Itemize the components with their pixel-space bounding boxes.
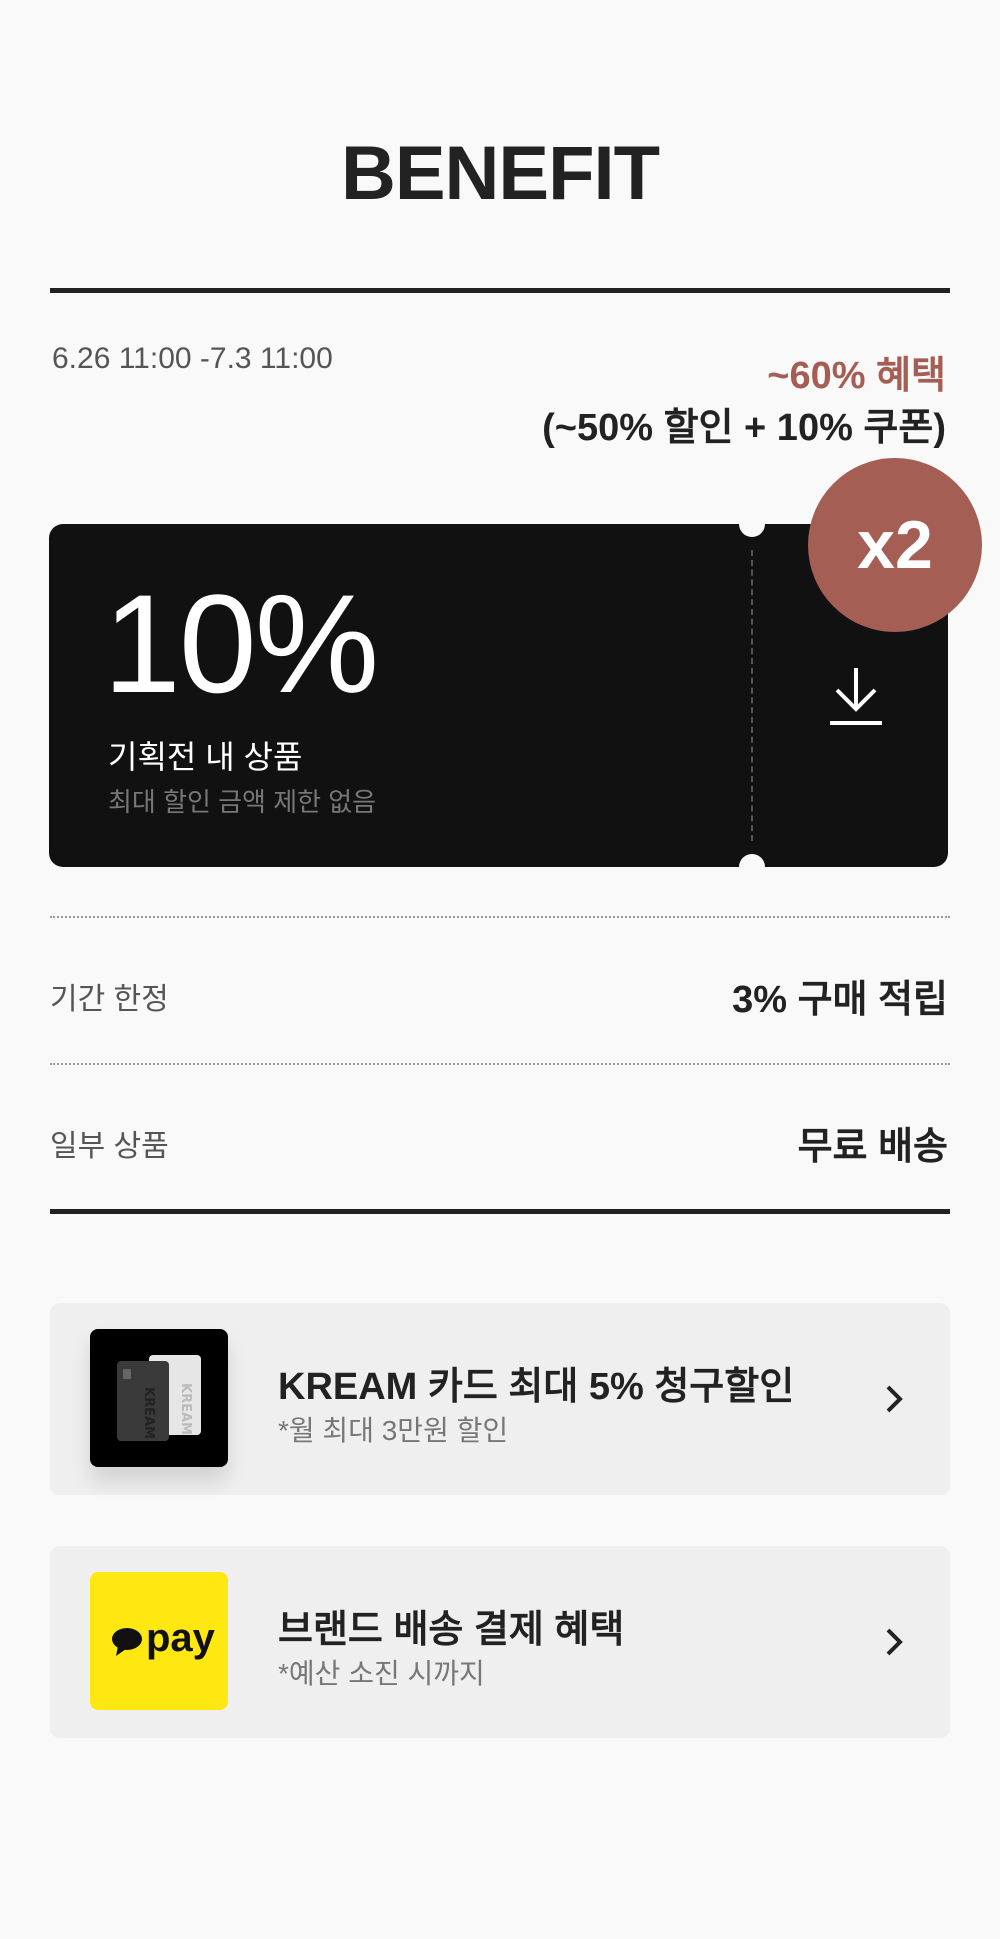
svg-text:KREAM: KREAM (178, 1383, 193, 1435)
promo-title: KREAM 카드 최대 5% 청구할인 (278, 1366, 795, 1408)
coupon-label: 기획전 내 상품 (108, 739, 303, 775)
promo-subtitle: *월 최대 3만원 할인 (278, 1415, 509, 1446)
download-icon[interactable] (821, 662, 891, 732)
svg-text:KREAM: KREAM (141, 1387, 156, 1439)
perk-divider (50, 916, 950, 918)
kream-card-promo[interactable]: KREAM KREAM KREAM 카드 최대 5% 청구할인 *월 최대 3만… (50, 1303, 950, 1495)
event-period: 6.26 11:00 -7.3 11:00 (52, 342, 333, 375)
ticket-notch-bottom (739, 854, 765, 880)
perk-label: 기간 한정 (50, 983, 169, 1016)
page-title: BENEFIT (340, 131, 660, 216)
perk-label: 일부 상품 (50, 1130, 169, 1163)
perk-divider (50, 1063, 950, 1065)
promo-subtitle: *예산 소진 시까지 (278, 1658, 485, 1689)
perks-bottom-divider (50, 1209, 950, 1214)
coupon-note: 최대 할인 금액 제한 없음 (108, 787, 377, 817)
perk-value: 3% 구매 적립 (732, 979, 948, 1021)
benefit-detail: (~50% 할인 + 10% 쿠폰) (542, 407, 946, 449)
ticket-perforation (751, 550, 753, 841)
coupon-percent: 10% (103, 565, 379, 722)
promo-title: 브랜드 배송 결제 혜택 (278, 1609, 625, 1651)
ticket-notch-top (739, 511, 765, 537)
kakao-pay-promo[interactable]: pay 브랜드 배송 결제 혜택 *예산 소진 시까지 (50, 1546, 950, 1738)
perk-value: 무료 배송 (797, 1126, 948, 1168)
kakao-pay-icon: pay (90, 1572, 228, 1710)
coupon-multiplier-badge: x2 (808, 458, 982, 632)
title-divider (50, 288, 950, 293)
chevron-right-icon (874, 1622, 914, 1662)
benefit-highlight: ~60% 혜택 (767, 355, 946, 397)
kream-card-icon: KREAM KREAM (90, 1329, 228, 1467)
kakao-pay-logo-text: pay (146, 1616, 215, 1660)
chevron-right-icon (874, 1379, 914, 1419)
